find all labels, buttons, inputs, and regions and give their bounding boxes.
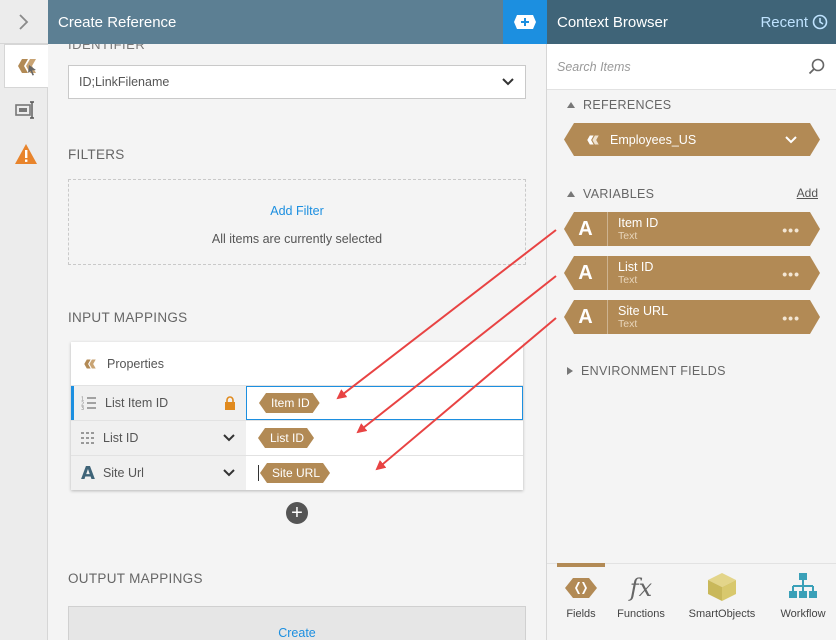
reference-icon xyxy=(84,359,96,368)
add-context-button[interactable] xyxy=(503,0,547,44)
variable-item[interactable]: A Site URL Text ••• xyxy=(564,300,820,334)
chevron-down-icon[interactable] xyxy=(784,135,798,145)
bottom-tabs: Fields fx Functions SmartObjects Workflo… xyxy=(547,563,836,640)
input-mappings-title: INPUT MAPPINGS xyxy=(68,310,188,325)
references-title: REFERENCES xyxy=(583,98,672,112)
output-mappings-title: OUTPUT MAPPINGS xyxy=(68,571,203,586)
tab-label: Workflow xyxy=(780,608,826,620)
mapping-value-tag[interactable]: Site URL xyxy=(260,463,330,483)
expand-chevron-icon[interactable] xyxy=(0,0,48,44)
tab-workflow[interactable]: Workflow xyxy=(773,564,833,640)
mapping-value-tag[interactable]: List ID xyxy=(258,428,314,448)
variable-type: Text xyxy=(618,318,638,331)
clock-icon xyxy=(812,14,828,30)
svg-text:3: 3 xyxy=(81,406,84,410)
numbered-list-icon: 1 2 3 xyxy=(81,397,96,410)
mapping-row-list-id[interactable]: List ID List ID xyxy=(71,420,523,455)
collapse-triangle-icon xyxy=(567,102,575,108)
text-type-icon: A xyxy=(81,462,95,484)
mapping-value-tag[interactable]: Item ID xyxy=(259,393,320,413)
chevron-down-icon[interactable] xyxy=(222,468,236,478)
add-icon xyxy=(514,15,536,29)
mapping-row-list-item-id[interactable]: 1 2 3 List Item ID Item ID xyxy=(71,385,523,420)
recent-label: Recent xyxy=(760,13,808,31)
more-options-icon[interactable]: ••• xyxy=(782,222,800,238)
identifier-select[interactable]: ID;LinkFilename xyxy=(68,65,526,99)
chevron-down-icon[interactable] xyxy=(222,433,236,443)
mapping-field-label: List Item ID xyxy=(105,396,169,410)
variables-title: VARIABLES xyxy=(583,187,655,201)
lock-icon xyxy=(225,396,235,410)
tab-label: Functions xyxy=(617,608,665,620)
text-type-icon: A xyxy=(564,212,608,246)
context-browser-panel: Search Items REFERENCES Employees_US VAR… xyxy=(547,44,836,640)
text-type-icon: A xyxy=(564,300,608,334)
search-input[interactable]: Search Items xyxy=(557,60,631,74)
chevron-down-icon xyxy=(502,78,514,86)
tab-functions[interactable]: fx Functions xyxy=(613,564,669,640)
reference-icon xyxy=(584,133,602,147)
mapping-field-label: Site Url xyxy=(102,466,144,480)
identifier-value: ID;LinkFilename xyxy=(79,75,170,89)
tab-label: SmartObjects xyxy=(688,608,756,620)
variable-name: Site URL xyxy=(618,303,669,318)
filters-title: FILTERS xyxy=(68,147,125,162)
create-reference-panel: IDENTIFIER ID;LinkFilename FILTERS Add F… xyxy=(48,44,547,640)
more-options-icon[interactable]: ••• xyxy=(782,310,800,326)
filter-box: Add Filter All items are currently selec… xyxy=(68,179,526,265)
references-header[interactable]: REFERENCES xyxy=(567,98,671,112)
context-browser-header: Context Browser Recent xyxy=(547,0,836,44)
environment-fields-title: ENVIRONMENT FIELDS xyxy=(581,364,726,378)
tab-smartobjects[interactable]: SmartObjects xyxy=(685,564,759,640)
tab-label: Fields xyxy=(566,608,596,620)
reference-icon xyxy=(17,59,36,76)
properties-header: Properties xyxy=(71,342,523,385)
environment-fields-header[interactable]: ENVIRONMENT FIELDS xyxy=(567,364,726,378)
fields-icon xyxy=(565,578,597,598)
create-reference-header: Create Reference xyxy=(48,0,503,44)
variable-name: List ID xyxy=(618,259,654,274)
tab-fields[interactable]: Fields xyxy=(557,563,605,640)
properties-label: Properties xyxy=(107,356,164,371)
text-type-icon: A xyxy=(564,256,608,290)
smartobjects-icon xyxy=(708,573,736,601)
context-browser-title: Context Browser xyxy=(557,13,668,31)
create-output-box[interactable]: Create xyxy=(68,606,526,640)
workflow-icon xyxy=(789,573,817,598)
variable-type: Text xyxy=(618,274,638,287)
variable-item[interactable]: A Item ID Text ••• xyxy=(564,212,820,246)
reference-item-label: Employees_US xyxy=(610,132,697,147)
identifier-label: IDENTIFIER xyxy=(68,44,146,52)
variable-type: Text xyxy=(618,230,638,243)
text-caret xyxy=(258,465,259,481)
search-bar[interactable]: Search Items xyxy=(547,44,836,90)
add-variable-link[interactable]: Add xyxy=(797,186,818,200)
variable-name: Item ID xyxy=(618,215,659,230)
mapping-field-label: List ID xyxy=(103,431,139,445)
warning-tab[interactable] xyxy=(4,132,48,176)
reference-item[interactable]: Employees_US xyxy=(564,123,820,156)
warning-icon xyxy=(15,144,37,164)
collapse-triangle-icon xyxy=(567,191,575,197)
input-mappings-table: Properties 1 2 3 List Item ID Item ID Li… xyxy=(71,342,523,490)
create-link[interactable]: Create xyxy=(278,626,316,640)
filter-note: All items are currently selected xyxy=(211,232,383,246)
mapping-row-site-url[interactable]: A Site Url Site URL xyxy=(71,455,523,490)
more-options-icon[interactable]: ••• xyxy=(782,266,800,282)
functions-icon: fx xyxy=(629,574,653,602)
recent-button[interactable]: Recent xyxy=(760,14,828,31)
header-title: Create Reference xyxy=(58,13,177,31)
form-icon xyxy=(15,101,34,119)
reference-tab[interactable] xyxy=(4,44,48,88)
add-mapping-button[interactable]: + xyxy=(286,502,308,524)
variables-header[interactable]: VARIABLES xyxy=(567,187,654,201)
add-filter-link[interactable]: Add Filter xyxy=(270,204,324,218)
search-icon[interactable] xyxy=(808,58,826,76)
left-rail xyxy=(0,0,48,640)
variable-item[interactable]: A List ID Text ••• xyxy=(564,256,820,290)
grid-icon xyxy=(81,432,94,444)
form-tab[interactable] xyxy=(4,88,48,132)
expand-triangle-icon xyxy=(567,367,573,375)
